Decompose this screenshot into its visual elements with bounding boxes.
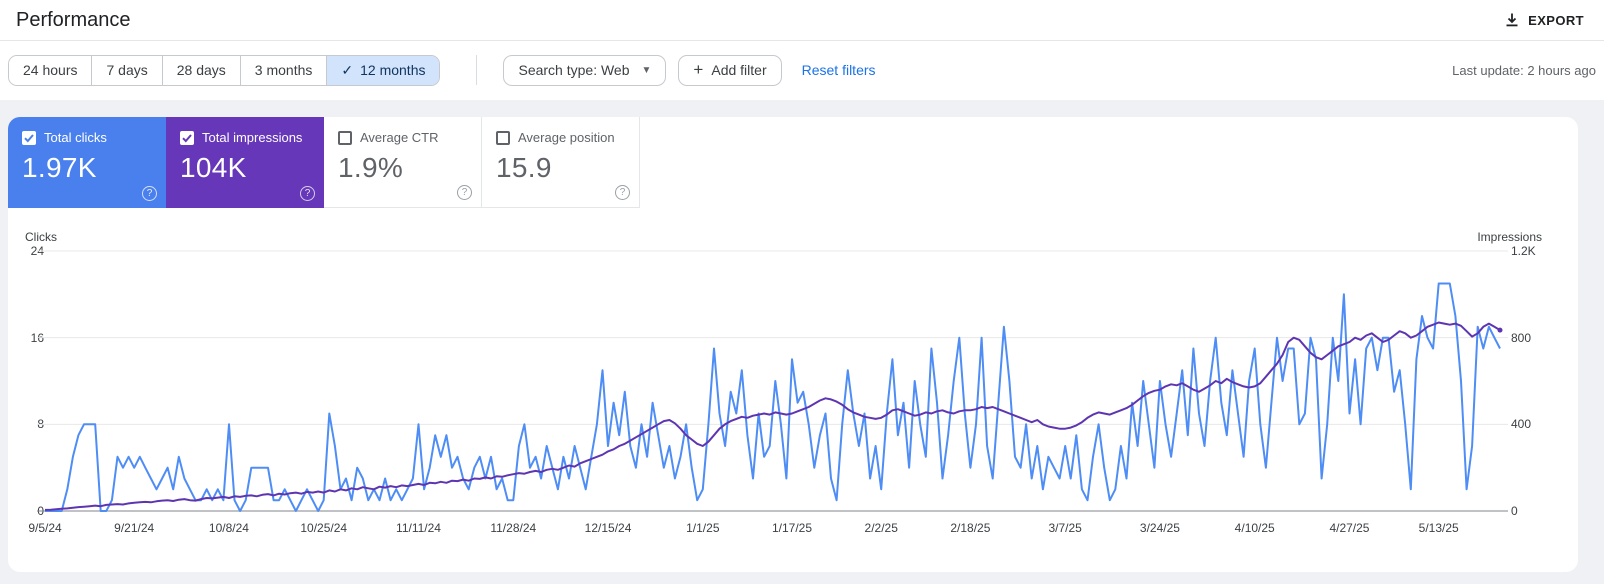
- right-axis-tick: 400: [1511, 417, 1532, 432]
- range-7-days[interactable]: 7 days: [92, 55, 163, 85]
- help-icon[interactable]: ?: [142, 186, 157, 201]
- x-axis-label: 1/1/25: [686, 521, 720, 535]
- page-title: Performance: [16, 8, 131, 31]
- last-update-text: Last update: 2 hours ago: [1452, 62, 1596, 78]
- plus-icon: +: [693, 60, 704, 79]
- left-axis-title: Clicks: [25, 230, 57, 244]
- x-axis-label: 9/21/24: [114, 521, 155, 535]
- export-label: EXPORT: [1528, 12, 1584, 28]
- x-axis-label: 11/28/24: [490, 521, 537, 535]
- download-icon: [1504, 12, 1520, 28]
- metric-label: Total impressions: [202, 130, 303, 145]
- tab-total-impressions[interactable]: Total impressions 104K ?: [166, 117, 324, 208]
- help-icon[interactable]: ?: [457, 185, 472, 200]
- chevron-down-icon: ▼: [641, 64, 652, 76]
- tab-average-position[interactable]: Average position 15.9 ?: [482, 117, 640, 208]
- x-axis-label: 10/25/24: [300, 521, 348, 535]
- right-axis-tick: 800: [1511, 330, 1532, 345]
- right-axis-title: Impressions: [1477, 230, 1542, 244]
- metric-label: Total clicks: [44, 130, 107, 145]
- date-range-control: 24 hours 7 days 28 days 3 months ✓ 12 mo…: [8, 54, 441, 86]
- metric-tabs: Total clicks 1.97K ? Total impressions 1…: [8, 117, 1578, 208]
- metric-value: 15.9: [496, 152, 552, 183]
- tab-average-ctr[interactable]: Average CTR 1.9% ?: [324, 117, 482, 208]
- x-axis-label: 2/18/25: [950, 521, 991, 535]
- range-24-hours[interactable]: 24 hours: [9, 55, 93, 85]
- divider: [476, 55, 478, 85]
- x-axis-label: 3/7/25: [1048, 521, 1082, 535]
- x-axis-label: 4/27/25: [1329, 521, 1370, 535]
- x-axis-label: 1/17/25: [771, 521, 813, 535]
- range-12-months[interactable]: ✓ 12 months: [327, 55, 440, 85]
- header: Performance EXPORT 24 hours 7 days 28 da…: [0, 0, 1604, 100]
- metric-label: Average position: [518, 130, 615, 145]
- x-axis-label: 2/2/25: [864, 521, 898, 535]
- right-axis-tick: 0: [1511, 504, 1518, 518]
- range-28-days[interactable]: 28 days: [162, 55, 241, 85]
- metric-value: 104K: [180, 152, 247, 183]
- checkbox-checked-icon[interactable]: [22, 130, 36, 145]
- help-icon[interactable]: ?: [300, 186, 315, 201]
- chart-plot[interactable]: [37, 250, 1508, 512]
- checkbox-checked-icon[interactable]: [180, 130, 194, 145]
- reset-filters-link[interactable]: Reset filters: [802, 62, 876, 78]
- metric-value: 1.97K: [22, 152, 97, 183]
- search-type-dropdown[interactable]: Search type: Web ▼: [503, 54, 667, 86]
- x-axis-label: 4/10/25: [1234, 521, 1275, 535]
- add-filter-button[interactable]: + Add filter: [678, 54, 782, 86]
- x-axis-label: 12/15/24: [584, 521, 632, 535]
- metric-value: 1.9%: [338, 152, 404, 183]
- right-axis-tick: 1.2K: [1511, 244, 1536, 258]
- metric-label: Average CTR: [360, 130, 439, 145]
- x-axis-label: 5/13/25: [1418, 521, 1459, 535]
- filter-bar: 24 hours 7 days 28 days 3 months ✓ 12 mo…: [0, 41, 1604, 99]
- x-axis-label: 9/5/24: [28, 521, 62, 535]
- tab-total-clicks[interactable]: Total clicks 1.97K ?: [8, 117, 166, 208]
- range-3-months[interactable]: 3 months: [240, 55, 328, 85]
- checkbox-empty-icon[interactable]: [338, 130, 352, 145]
- checkbox-empty-icon[interactable]: [496, 130, 510, 145]
- performance-chart[interactable]: Clicks Impressions 24 16 8 0 1.2K 800 400 0 9/…: [8, 227, 1578, 557]
- export-button[interactable]: EXPORT: [1496, 6, 1592, 34]
- help-icon[interactable]: ?: [615, 185, 630, 200]
- x-axis-label: 3/24/25: [1139, 521, 1180, 535]
- x-axis-label: 11/11/24: [396, 521, 441, 535]
- performance-card: Total clicks 1.97K ? Total impressions 1…: [8, 117, 1578, 572]
- check-icon: ✓: [341, 61, 354, 78]
- title-row: Performance EXPORT: [0, 0, 1604, 41]
- x-axis-label: 10/8/24: [208, 521, 249, 535]
